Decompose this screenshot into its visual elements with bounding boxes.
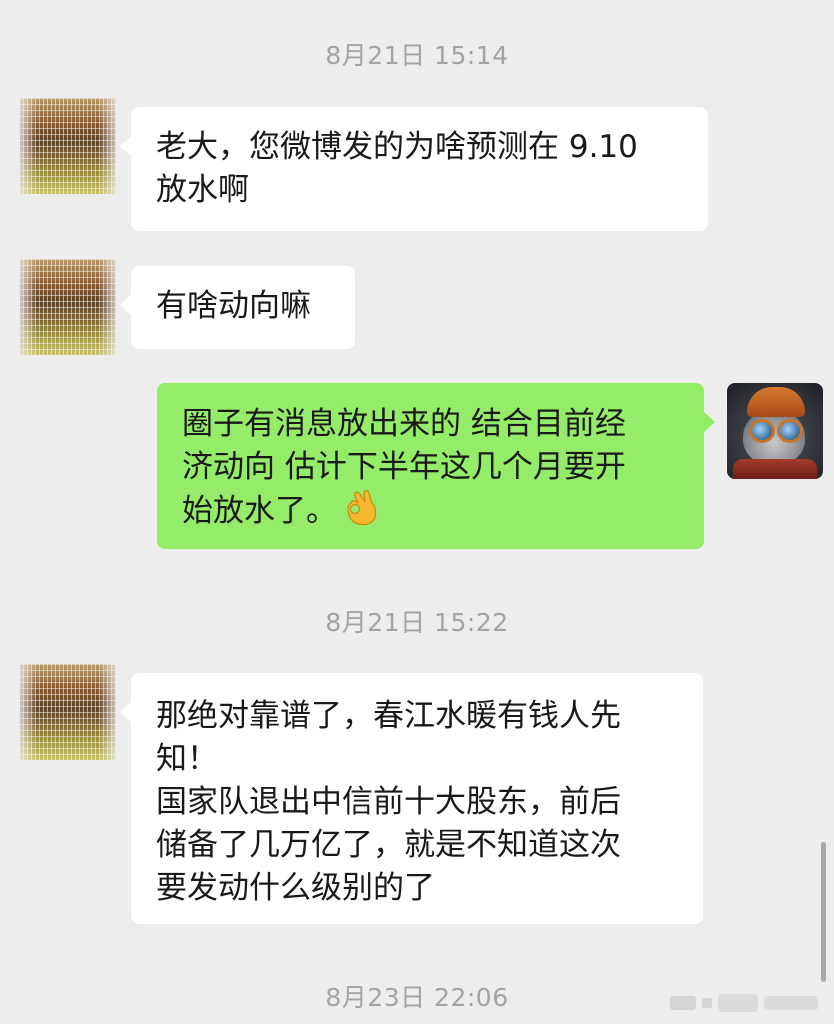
watermark-icon — [670, 994, 818, 1012]
message-text: 老大，您微博发的为啥预测在 9.10 放水啊 — [156, 129, 638, 208]
outgoing-message-bubble[interactable]: 圈子有消息放出来的 结合目前经 济动向 估计下半年这几个月要开 始放水了。 — [157, 383, 715, 549]
chat-message-list[interactable]: 8月21日 15:14 老大，您微博发的为啥预测在 9.10 放水啊 有啥动向嘛… — [0, 0, 834, 1024]
glasses-icon — [777, 419, 803, 443]
my-avatar[interactable] — [727, 383, 823, 479]
timestamp: 8月21日 15:22 — [325, 608, 509, 637]
sender-avatar[interactable] — [20, 98, 116, 194]
glasses-icon — [749, 419, 775, 443]
timestamp: 8月21日 15:14 — [325, 41, 509, 70]
incoming-message-bubble[interactable]: 那绝对靠谱了，春江水暖有钱人先 知！ 国家队退出中信前十大股东，前后 储备了几万… — [120, 673, 703, 924]
scarf-icon — [733, 459, 817, 479]
message-text: 那绝对靠谱了，春江水暖有钱人先 知！ 国家队退出中信前十大股东，前后 储备了几万… — [156, 698, 621, 906]
message-text: 有啥动向嘛 — [156, 288, 311, 324]
incoming-message-bubble[interactable]: 老大，您微博发的为啥预测在 9.10 放水啊 — [120, 107, 708, 231]
sender-avatar[interactable] — [20, 664, 116, 760]
incoming-message-bubble[interactable]: 有啥动向嘛 — [120, 266, 355, 349]
hat-icon — [747, 387, 805, 417]
ok-hand-emoji-icon — [347, 490, 377, 526]
scrollbar[interactable] — [821, 842, 826, 982]
sender-avatar[interactable] — [20, 259, 116, 355]
message-text: 圈子有消息放出来的 结合目前经 济动向 估计下半年这几个月要开 始放水了。 — [182, 406, 626, 529]
